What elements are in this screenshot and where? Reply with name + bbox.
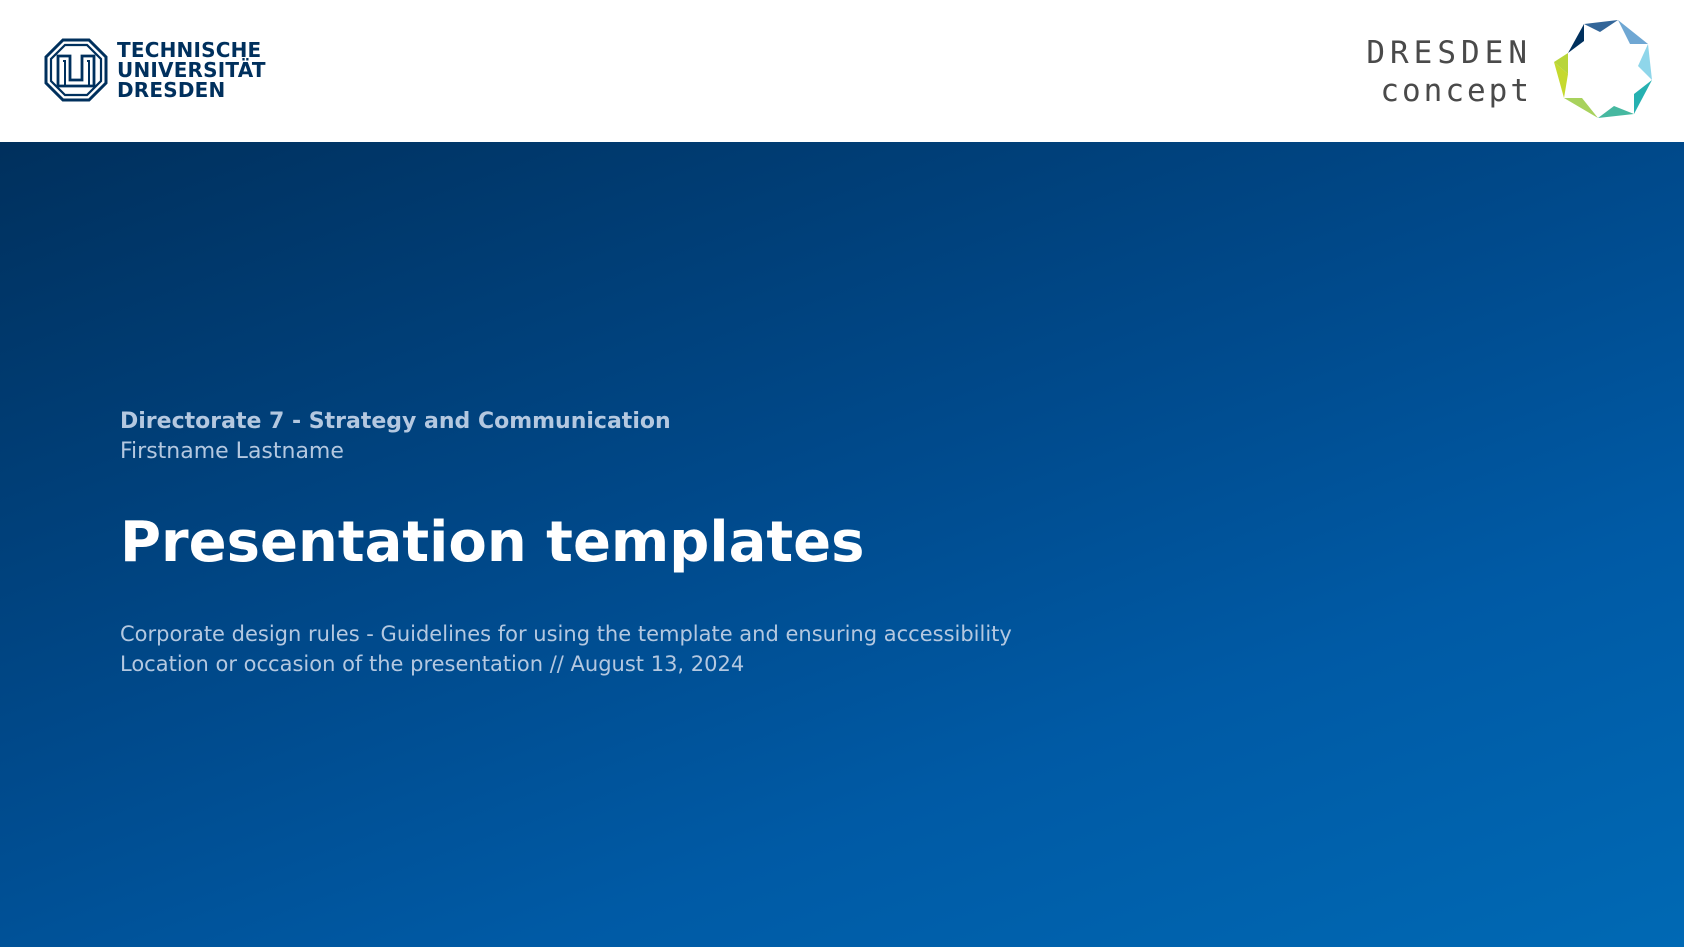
dresden-concept-logo: DRESDEN concept <box>1366 18 1654 122</box>
tu-dresden-wordmark: TECHNISCHE UNIVERSITÄT DRESDEN <box>117 40 266 100</box>
title-slide: TECHNISCHE UNIVERSITÄT DRESDEN DRESDEN c… <box>0 0 1684 947</box>
dresden-concept-wordmark: DRESDEN concept <box>1366 34 1532 110</box>
title-content: Directorate 7 - Strategy and Communicati… <box>120 407 1012 679</box>
presentation-title: Presentation templates <box>120 510 865 575</box>
presentation-subtitle: Corporate design rules - Guidelines for … <box>120 622 1012 646</box>
tu-dresden-emblem-icon <box>44 38 108 102</box>
slide-header: TECHNISCHE UNIVERSITÄT DRESDEN DRESDEN c… <box>0 0 1684 142</box>
dc-wordmark-line-2: concept <box>1380 73 1532 109</box>
dc-wordmark-line-1: DRESDEN <box>1366 35 1532 71</box>
tu-wordmark-line-1: TECHNISCHE <box>117 38 262 62</box>
tu-wordmark-line-3: DRESDEN <box>117 78 226 102</box>
organization-name: Directorate 7 - Strategy and Communicati… <box>120 409 671 434</box>
dresden-concept-ring-icon <box>1554 20 1652 118</box>
author-name: Firstname Lastname <box>120 439 344 464</box>
presentation-location-date: Location or occasion of the presentation… <box>120 652 745 676</box>
title-area: Directorate 7 - Strategy and Communicati… <box>0 142 1684 947</box>
tu-wordmark-line-2: UNIVERSITÄT <box>117 58 266 82</box>
tu-dresden-logo: TECHNISCHE UNIVERSITÄT DRESDEN <box>44 38 266 102</box>
